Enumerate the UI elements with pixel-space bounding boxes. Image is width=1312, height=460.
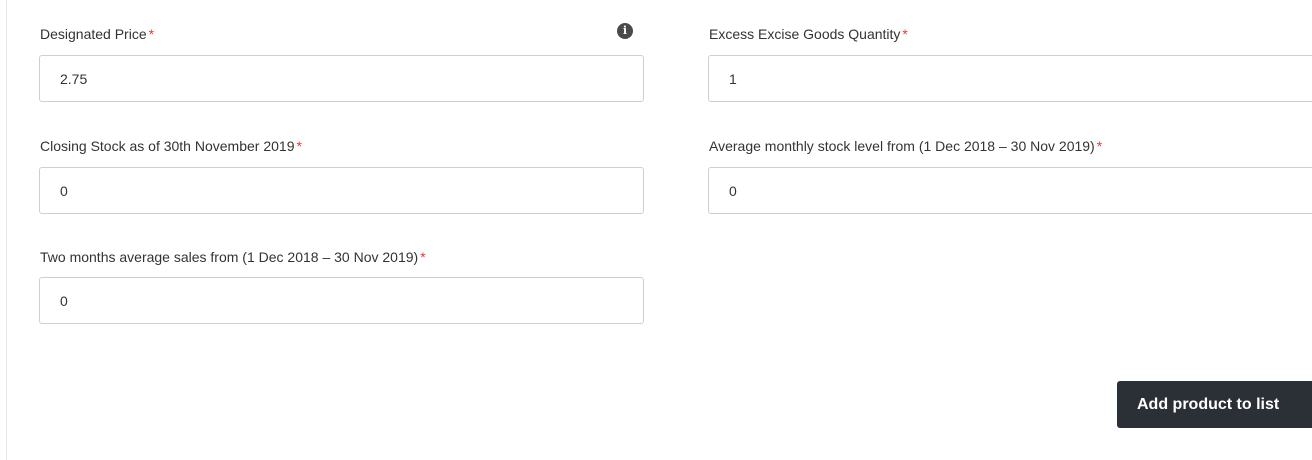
two-months-average-sales-label: Two months average sales from (1 Dec 201… bbox=[40, 248, 426, 266]
required-asterisk: * bbox=[148, 26, 155, 42]
info-icon[interactable]: i bbox=[617, 23, 633, 39]
closing-stock-label-text: Closing Stock as of 30th November 2019 bbox=[40, 138, 295, 154]
closing-stock-label: Closing Stock as of 30th November 2019 * bbox=[40, 137, 302, 155]
left-divider bbox=[6, 0, 7, 460]
designated-price-input[interactable] bbox=[39, 55, 644, 102]
two-months-average-sales-input[interactable] bbox=[39, 277, 644, 324]
required-asterisk: * bbox=[420, 249, 426, 265]
excess-excise-quantity-label: Excess Excise Goods Quantity * bbox=[709, 25, 908, 43]
average-monthly-stock-input[interactable] bbox=[708, 167, 1312, 214]
excess-excise-quantity-input[interactable] bbox=[708, 55, 1312, 102]
average-monthly-stock-label-text: Average monthly stock level from (1 Dec … bbox=[709, 138, 1095, 154]
designated-price-label: Designated Price * bbox=[40, 25, 154, 43]
required-asterisk: * bbox=[296, 138, 302, 154]
add-product-button[interactable]: Add product to list bbox=[1117, 381, 1312, 428]
average-monthly-stock-label: Average monthly stock level from (1 Dec … bbox=[709, 137, 1102, 155]
required-asterisk: * bbox=[1096, 138, 1103, 154]
designated-price-label-text: Designated Price bbox=[40, 26, 147, 42]
two-months-average-sales-label-text: Two months average sales from (1 Dec 201… bbox=[40, 249, 419, 265]
required-asterisk: * bbox=[902, 26, 908, 42]
closing-stock-input[interactable] bbox=[39, 167, 644, 214]
excess-excise-quantity-label-text: Excess Excise Goods Quantity bbox=[709, 26, 901, 42]
